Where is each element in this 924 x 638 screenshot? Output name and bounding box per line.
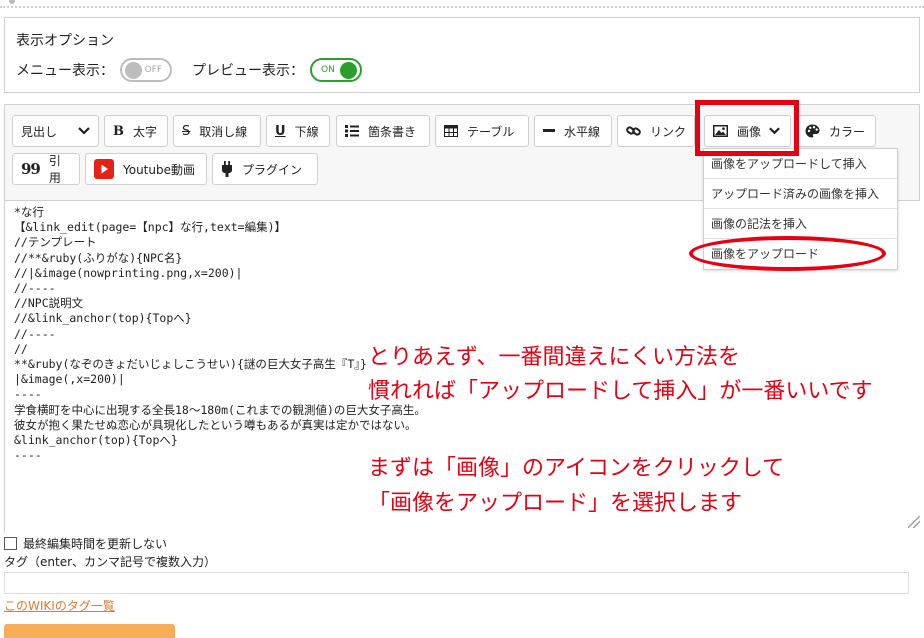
no-update-time-label: 最終編集時間を更新しない — [23, 537, 168, 551]
tag-field-label: タグ（enter、カンマ記号で複数入力） — [4, 555, 217, 569]
annotation-text: 「画像をアップロード」を選択します — [368, 491, 743, 516]
horizontal-rule-label: 水平線 — [564, 124, 601, 139]
chevron-down-icon — [78, 127, 90, 135]
quote-button[interactable]: 99 引用 — [12, 153, 80, 185]
list-icon — [345, 125, 359, 137]
underline-button[interactable]: U 下線 — [266, 115, 330, 147]
link-icon — [626, 126, 641, 136]
toggle-knob — [125, 62, 142, 79]
tag-input[interactable] — [4, 572, 909, 594]
horizontal-rule-icon — [543, 129, 555, 132]
top-divider — [0, 0, 924, 8]
bold-label: 太字 — [133, 124, 158, 139]
no-update-time-option[interactable]: 最終編集時間を更新しない — [4, 535, 167, 552]
youtube-icon — [94, 159, 114, 179]
heading-select[interactable]: 見出し — [12, 115, 99, 147]
menu-item-insert-image-syntax[interactable]: 画像の記法を挿入 — [704, 209, 897, 239]
toggle-knob — [340, 62, 357, 79]
menu-display-label: メニュー表示： — [16, 63, 114, 79]
table-label: テーブル — [467, 124, 515, 139]
menu-display-toggle[interactable]: OFF — [120, 58, 172, 82]
bullet-list-button[interactable]: 箇条書き — [336, 115, 430, 147]
quote-icon: 99 — [21, 160, 41, 178]
table-icon — [444, 125, 458, 137]
heading-select-label: 見出し — [21, 124, 58, 139]
display-options-title: 表示オプション — [16, 33, 114, 49]
display-options-panel: 表示オプション メニュー表示： OFF プレビュー表示： ON — [4, 17, 920, 93]
preview-display-label: プレビュー表示： — [192, 63, 304, 79]
strikethrough-icon: S — [182, 123, 191, 139]
horizontal-rule-button[interactable]: 水平線 — [534, 115, 612, 147]
submit-button[interactable] — [4, 624, 175, 638]
strikethrough-button[interactable]: S 取消し線 — [173, 115, 261, 147]
bullet-list-label: 箇条書き — [368, 124, 417, 139]
underline-label: 下線 — [294, 124, 319, 139]
highlight-ellipse — [689, 236, 886, 271]
highlight-box — [695, 100, 799, 156]
underline-icon: U — [275, 123, 286, 139]
bold-icon: B — [113, 123, 124, 139]
plugin-label: プラグイン — [242, 162, 303, 177]
menu-item-insert-uploaded[interactable]: アップロード済みの画像を挿入 — [704, 179, 897, 209]
strikethrough-label: 取消し線 — [199, 124, 248, 139]
youtube-button[interactable]: Youtube動画 — [85, 153, 207, 185]
link-label: リンク — [650, 124, 687, 139]
plugin-button[interactable]: プラグイン — [212, 153, 318, 185]
display-options-row: メニュー表示： OFF プレビュー表示： ON — [16, 58, 382, 82]
tag-list-link[interactable]: このWIKIのタグ一覧 — [4, 597, 115, 614]
bold-button[interactable]: B 太字 — [104, 115, 168, 147]
annotation-text: とりあえず、一番間違えにくい方法を — [368, 345, 741, 370]
resize-grip-icon[interactable] — [908, 516, 920, 528]
link-button[interactable]: リンク — [617, 115, 695, 147]
table-button[interactable]: テーブル — [435, 115, 529, 147]
palette-icon — [805, 124, 820, 138]
plug-icon — [222, 161, 232, 177]
divider-knob — [9, 0, 15, 4]
preview-display-toggle[interactable]: ON — [310, 58, 362, 82]
quote-label: 引用 — [48, 154, 61, 185]
youtube-label: Youtube動画 — [123, 162, 195, 177]
toggle-state-text: OFF — [144, 65, 162, 75]
annotation-text: まずは「画像」のアイコンをクリックして — [368, 456, 785, 481]
annotation-text: 慣れれば「アップロードして挿入」が一番いいです — [368, 379, 873, 404]
toggle-state-text: ON — [321, 65, 335, 75]
color-label: カラー — [829, 124, 866, 139]
color-button[interactable]: カラー — [796, 115, 876, 147]
no-update-time-checkbox[interactable] — [4, 537, 17, 550]
